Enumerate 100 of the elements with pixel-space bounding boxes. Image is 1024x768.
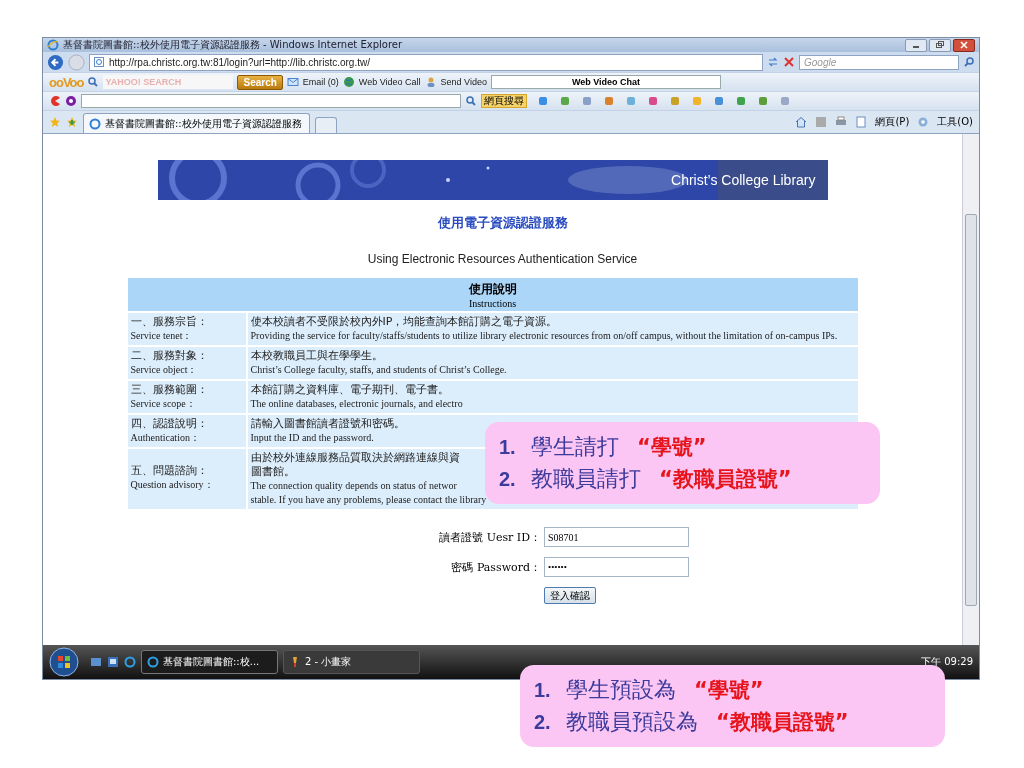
browser-icon [47, 39, 59, 51]
cell-text: Providing the service for faculty/staffs/students to utilize library electronic resources from on/off campus, without the limitation of on-campus IPs. [250, 329, 838, 343]
page-icon[interactable] [855, 116, 868, 128]
cell-text: 本校教職員工與在學學生。 [250, 349, 383, 363]
toolbar-icon[interactable] [625, 95, 637, 107]
minimize-button[interactable] [905, 38, 927, 52]
toolbar-icon[interactable] [757, 95, 769, 107]
label-text: Question advisory： [130, 478, 214, 492]
label-text: 二、服務對象： [130, 349, 208, 363]
window-switch-icon[interactable] [107, 656, 119, 668]
email-link[interactable]: Email (0) [302, 77, 339, 87]
window-title: 基督書院圖書館::校外使用電子資源認證服務 - Windows Internet Explorer [63, 38, 403, 52]
start-button[interactable] [49, 647, 79, 677]
page-menu[interactable]: 網頁(P) [875, 115, 910, 129]
web-search-button[interactable]: 網頁搜尋 [481, 94, 527, 108]
restore-button[interactable] [929, 38, 951, 52]
callout-number: 2. [534, 711, 552, 734]
printer-icon[interactable] [835, 116, 848, 128]
search-field[interactable]: Google [799, 54, 959, 70]
taskbar-button[interactable]: 基督書院圖書館::校... [141, 650, 278, 674]
label-text: 五、問題諮詢： [130, 464, 208, 478]
search-icon[interactable] [963, 56, 975, 68]
callout-number: 1. [534, 679, 552, 702]
cell-text: The connection quality depends on status of networ [250, 479, 457, 493]
label-text: Service object： [130, 363, 198, 377]
cell-text: stable. If you have any problems, please contact the library [250, 493, 487, 507]
callout-text: 學生請打 [531, 433, 619, 461]
desktop-icon[interactable] [90, 656, 102, 668]
send-video-link[interactable]: Send Video [440, 77, 487, 87]
label-text: 三、服務範圍： [130, 383, 208, 397]
callout-quote: “學號” [694, 677, 764, 704]
user-id-field[interactable]: S08701 [544, 527, 689, 547]
toolbar-icon[interactable] [647, 95, 659, 107]
search-icon[interactable] [465, 95, 477, 107]
toolbar-icon[interactable] [713, 95, 725, 107]
callout-text: 教職員預設為 [566, 708, 698, 736]
field-label: 密碼 Password： [450, 559, 541, 575]
address-field[interactable]: http://rpa.christc.org.tw:81/login?url=http://lib.christc.org.tw/ [89, 53, 763, 71]
stop-icon[interactable] [783, 56, 795, 68]
callout-quote: “教職員證號” [659, 466, 792, 493]
taskbar-button[interactable]: 2 - 小畫家 [283, 650, 420, 674]
toolbar-icon[interactable] [669, 95, 681, 107]
toolbar-icon[interactable] [581, 95, 593, 107]
refresh-icon[interactable] [767, 56, 779, 68]
toolbar-icon[interactable] [735, 95, 747, 107]
password-field[interactable]: •••••• [544, 557, 689, 577]
toolbar-icon[interactable] [779, 95, 791, 107]
page-subtitle: Using Electronic Resources Authentication Service [367, 252, 638, 266]
home-icon[interactable] [795, 116, 808, 128]
cell-text: 本館訂購之資料庫、電子期刊、電子書。 [250, 383, 449, 397]
search-field[interactable] [81, 94, 461, 108]
callout-number: 2. [499, 468, 517, 491]
star-icon[interactable] [49, 116, 61, 128]
header-title: 使用說明 [468, 281, 517, 298]
toolbar-icon[interactable] [691, 95, 703, 107]
restore-icon [935, 41, 945, 49]
field-label: 讀者證號 Uesr ID： [438, 529, 541, 545]
add-favorite-icon[interactable] [66, 116, 78, 128]
pacman-icon[interactable] [49, 95, 61, 107]
search-icon[interactable] [87, 76, 100, 88]
cell-text: Input the ID and the password. [250, 431, 374, 445]
toolbar-icon[interactable] [603, 95, 615, 107]
new-tab-button[interactable] [315, 117, 337, 133]
scrollbar[interactable] [962, 134, 979, 645]
cell-text: 使本校讀者不受限於校內外IP，均能查詢本館訂購之電子資源。 [250, 315, 558, 329]
cell-text: 請輸入圖書館讀者證號和密碼。 [250, 417, 405, 431]
callout-quote: “學號” [637, 434, 707, 461]
label-text: 四、認證說明： [130, 417, 208, 431]
cell-text: The online databases, electronic journals, and electro [250, 397, 463, 411]
cell-text: 圖書館。 [250, 465, 295, 479]
label-text: Authentication： [130, 431, 200, 445]
video-call-link[interactable]: Web Video Call [358, 77, 421, 87]
page-heading: 使用電子資源認證服務 [437, 214, 568, 232]
cell-text: 由於校外連線服務品質取決於網路連線與資 [250, 451, 460, 465]
browser-icon[interactable] [124, 656, 136, 668]
callout-text: 學生預設為 [566, 676, 676, 704]
cell-text: Christ’s College faculty, staffs, and students of Christ’s College. [250, 363, 507, 377]
tools-menu[interactable]: 工具(O) [937, 115, 973, 129]
header-subtitle: Instructions [468, 298, 517, 309]
callout-number: 1. [499, 436, 517, 459]
mail-icon[interactable] [286, 76, 299, 88]
toolbar-icon[interactable] [559, 95, 571, 107]
label-text: Service scope： [130, 397, 196, 411]
back-button[interactable] [47, 53, 64, 71]
browser-tab[interactable]: 基督書院圖書館::校外使用電子資源認證服務 [83, 113, 310, 133]
banner-caption: Christ’s College Library [671, 172, 816, 188]
search-field[interactable]: YAHOO! SEARCH [103, 75, 234, 89]
close-icon [959, 41, 969, 49]
close-button[interactable] [953, 38, 975, 52]
globe-icon[interactable] [342, 76, 355, 88]
label-text: Service tenet： [130, 329, 193, 343]
chat-field[interactable]: Web Video Chat [490, 75, 721, 89]
label-text: 一、服務宗旨： [130, 315, 208, 329]
toolbar-icon[interactable] [537, 95, 549, 107]
browser-icon [89, 117, 101, 130]
callout-quote: “教職員證號” [716, 709, 849, 736]
browser-icon [147, 656, 159, 668]
page-icon [93, 56, 105, 68]
login-button[interactable]: 登入確認 [544, 587, 596, 604]
callout-text: 教職員請打 [531, 465, 641, 493]
